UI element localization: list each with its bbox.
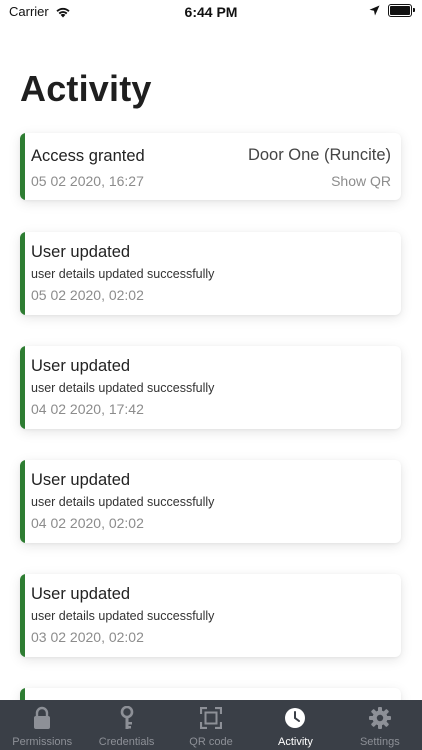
tab-permissions[interactable]: Permissions [0,700,84,750]
location-arrow-icon [369,5,380,16]
activity-title: User updated [31,243,131,261]
activity-card[interactable]: User updated user details updated succes… [20,574,401,657]
tab-label: Activity [278,736,313,748]
activity-title: User updated [31,357,131,375]
tab-label: Settings [359,736,400,748]
battery-icon [388,4,415,17]
card-accent-bar [20,574,25,657]
activity-detail: user details updated successfully [31,495,215,509]
activity-screen: Carrier 6:44 PM Activity Access granted … [0,0,422,750]
tab-label: Credentials [98,736,155,748]
activity-title: Access granted [31,147,145,165]
activity-time: 04 02 2020, 17:42 [31,401,144,417]
status-time: 6:44 PM [184,4,238,20]
tab-activity[interactable]: Activity [253,700,337,750]
activity-title: User updated [31,585,131,603]
tab-bar: Permissions Credentials QR code Activity… [0,700,422,750]
card-accent-bar [20,133,25,200]
activity-time: 05 02 2020, 02:02 [31,287,144,303]
tab-qr-code[interactable]: QR code [169,700,253,750]
activity-time: 03 02 2020, 02:02 [31,629,144,645]
card-accent-bar [20,232,25,315]
activity-time: 05 02 2020, 16:27 [31,173,144,189]
gear-icon [368,706,391,730]
tab-settings[interactable]: Settings [338,700,422,750]
qr-scan-icon [200,706,223,730]
show-qr-link[interactable]: Show QR [331,173,391,189]
tab-label: Permissions [12,736,73,748]
tab-credentials[interactable]: Credentials [84,700,168,750]
key-icon [119,706,135,730]
activity-detail: user details updated successfully [31,267,215,281]
status-bar: Carrier 6:44 PM [0,0,422,24]
tab-label: QR code [189,736,233,748]
activity-card[interactable]: User updated user details updated succes… [20,460,401,543]
card-accent-bar [20,346,25,429]
activity-detail: user details updated successfully [31,609,215,623]
lock-icon [32,706,52,730]
activity-title: User updated [31,471,131,489]
activity-detail: user details updated successfully [31,381,215,395]
page-title: Activity [20,68,152,109]
activity-time: 04 02 2020, 02:02 [31,515,144,531]
activity-card[interactable]: User updated user details updated succes… [20,232,401,315]
activity-card-access-granted[interactable]: Access granted Door One (Runcite) 05 02 … [20,133,401,200]
status-right-group [369,4,415,17]
activity-location: Door One (Runcite) [247,146,391,164]
card-accent-bar [20,460,25,543]
activity-card[interactable]: User updated user details updated succes… [20,346,401,429]
clock-icon [284,706,306,730]
